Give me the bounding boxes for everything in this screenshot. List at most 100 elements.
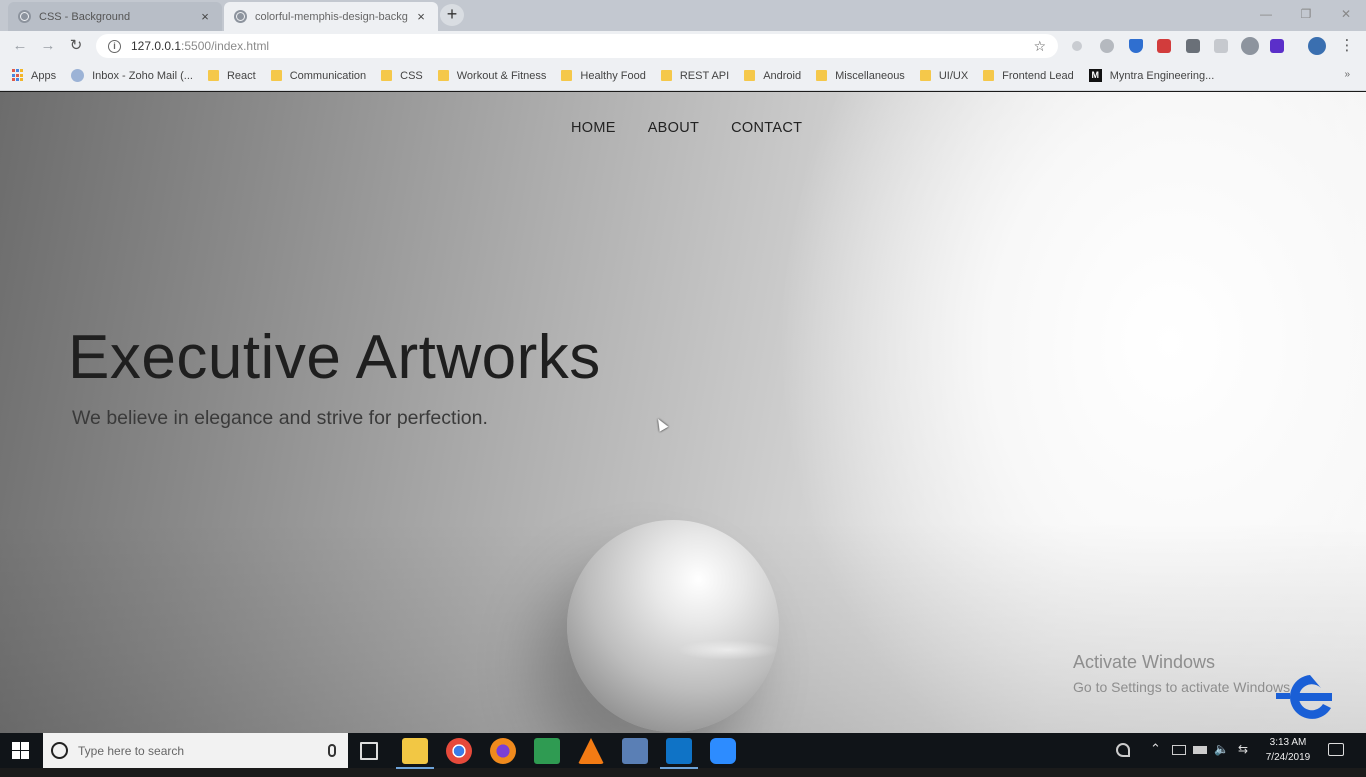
chrome-icon[interactable] [446,738,472,764]
activate-windows-watermark: Activate Windows Go to Settings to activ… [1073,652,1294,695]
sphere-image [567,520,779,732]
zoom-icon[interactable] [710,738,736,764]
volume-icon[interactable]: 🔈 [1214,742,1229,777]
reload-icon[interactable]: ↻ [67,37,85,55]
vlc-icon[interactable] [578,738,604,764]
notepad-plus-icon[interactable] [534,738,560,764]
bookmark-folder-css[interactable]: CSS [381,70,423,82]
address-bar[interactable]: i 127.0.0.1 :5500/index.html ☆ [96,34,1058,58]
bookmark-label: Frontend Lead [1002,69,1074,82]
bookmark-folder-uiux[interactable]: UI/UX [919,69,969,82]
folder-icon [561,70,573,81]
bookmark-label: Apps [31,69,57,82]
edureka-logo-icon [1276,675,1332,719]
close-window-button[interactable]: ✕ [1326,0,1366,28]
shield-extension-icon[interactable] [1129,39,1143,53]
profile-avatar[interactable] [1308,37,1326,55]
apps-grid-icon [12,69,25,82]
taskbar-search-input[interactable]: Type here to search [43,733,348,768]
folder-icon [744,70,756,81]
bookmark-folder-workout[interactable]: Workout & Fitness [437,70,546,82]
tray-app-icon[interactable] [1172,745,1186,755]
bookmark-myntra[interactable]: M Myntra Engineering... [1088,69,1215,82]
nav-home-link[interactable]: HOME [571,120,616,136]
file-explorer-icon[interactable] [396,738,434,769]
browser-tab-2[interactable]: colorful-memphis-design-backg × [224,2,438,31]
nav-contact-link[interactable]: CONTACT [731,120,802,136]
browser-tab-1[interactable]: CSS - Background × [8,2,222,31]
bookmark-label: Healthy Food [580,69,646,82]
windows-start-icon[interactable] [12,742,29,759]
extension-icon[interactable] [1214,39,1228,53]
bookmarks-bar: Apps Inbox - Zoho Mail (... React Commun… [0,61,1366,91]
extension-icon[interactable] [1072,41,1082,51]
bookmark-folder-communication[interactable]: Communication [270,70,366,82]
bookmark-folder-frontend-lead[interactable]: Frontend Lead [983,70,1074,82]
new-tab-button[interactable]: + [440,4,464,26]
folder-icon [983,70,995,81]
bookmark-folder-misc[interactable]: Miscellaneous [816,70,905,82]
task-view-icon[interactable] [360,742,378,760]
extension-icon[interactable] [1100,39,1114,53]
address-host: 127.0.0.1 [131,39,182,53]
folder-icon [270,70,282,81]
bookmark-folder-react[interactable]: React [207,69,256,82]
extension-icon[interactable] [1186,39,1200,53]
nav-about-link[interactable]: ABOUT [648,120,699,136]
firefox-icon[interactable] [490,738,516,764]
tab-title: colorful-memphis-design-backg [255,10,408,23]
mouse-cursor-icon [653,416,669,432]
bookmark-label: Inbox - Zoho Mail (... [92,69,193,82]
bookmark-label: Myntra Engineering... [1109,69,1215,82]
minimize-button[interactable]: — [1246,0,1286,28]
watermark-title: Activate Windows [1073,652,1216,672]
bookmark-folder-rest-api[interactable]: REST API [660,69,730,82]
bookmark-label: CSS [400,69,423,82]
folder-icon [207,70,219,81]
folder-icon [816,70,828,81]
bookmark-label: React [226,69,256,82]
close-tab-icon[interactable]: × [414,9,428,24]
bookmark-label: UI/UX [938,69,969,82]
extension-icon[interactable] [1241,37,1259,55]
extension-icon[interactable] [1270,39,1284,53]
battery-icon[interactable] [1193,746,1207,754]
medium-icon: M [1088,69,1102,82]
back-arrow-icon[interactable]: ← [11,37,29,55]
site-nav: HOME ABOUT CONTACT [571,120,802,136]
bookmark-folder-android[interactable]: Android [744,70,801,82]
clock-date: 7/24/2019 [1265,752,1311,763]
microphone-icon[interactable] [328,744,336,757]
bookmark-apps[interactable]: Apps [12,69,56,82]
bookmark-label: Miscellaneous [835,69,905,82]
site-info-icon[interactable]: i [108,39,121,53]
vscode-icon[interactable] [660,738,698,769]
forward-arrow-icon[interactable]: → [39,37,57,55]
windows-taskbar: Type here to search ⌃ 🔈 ⇆ 3:13 AM 7/24/2… [0,733,1366,769]
close-tab-icon[interactable]: × [198,9,212,24]
notifications-icon[interactable] [1328,743,1344,756]
folder-icon [381,70,393,81]
hero-subtitle: We believe in elegance and strive for pe… [72,407,488,429]
maximize-button[interactable]: ❐ [1286,0,1326,28]
browser-toolbar: ← → ↻ i 127.0.0.1 :5500/index.html ☆ ⋮ [0,31,1366,61]
folder-icon [919,70,931,81]
people-icon[interactable] [1116,743,1130,757]
menu-kebab-icon[interactable]: ⋮ [1338,37,1356,55]
tab-title: CSS - Background [39,10,131,23]
bookmark-star-icon[interactable]: ☆ [1033,38,1046,55]
bookmark-label: REST API [679,69,730,82]
system-clock[interactable]: 3:13 AM 7/24/2019 [1262,735,1314,765]
bookmark-folder-healthy-food[interactable]: Healthy Food [561,69,646,82]
bookmark-zoho[interactable]: Inbox - Zoho Mail (... [71,69,193,82]
clock-time: 3:13 AM [1269,737,1307,748]
chevron-up-icon[interactable]: ⌃ [1150,741,1161,776]
pocket-extension-icon[interactable] [1157,39,1171,53]
network-app-icon[interactable] [622,738,648,764]
watermark-subtitle: Go to Settings to activate Windows. [1073,679,1294,695]
network-icon[interactable]: ⇆ [1238,742,1248,777]
globe-icon [18,10,31,23]
bookmarks-overflow-icon[interactable]: » [1344,69,1350,80]
globe-icon [234,10,247,23]
address-path: :5500/index.html [181,39,270,53]
